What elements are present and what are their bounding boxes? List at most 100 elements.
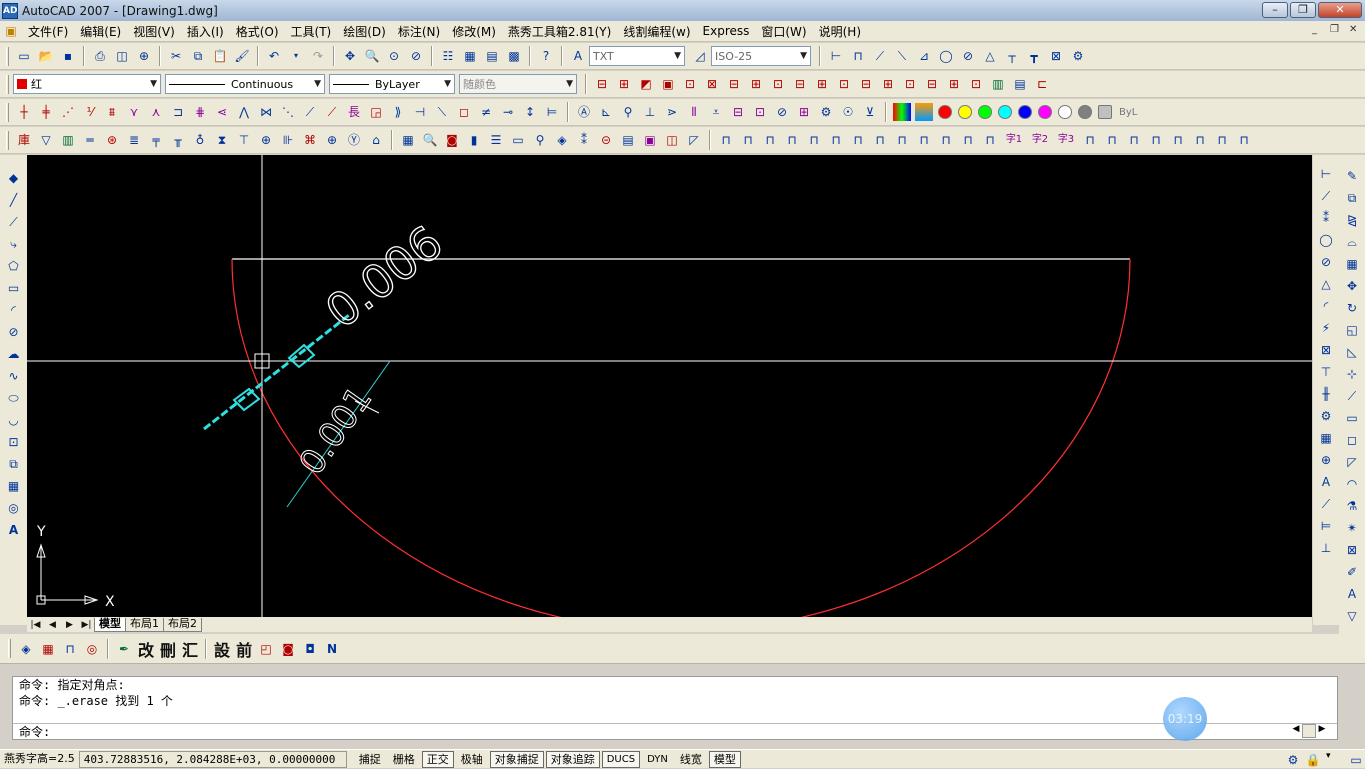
autocad-app-icon[interactable]: AD bbox=[2, 2, 18, 19]
tool-ab-icon[interactable]: ⦀ bbox=[685, 103, 703, 121]
mirror-icon[interactable]: ⧎ bbox=[1343, 211, 1361, 229]
extend-icon[interactable]: ⟋ bbox=[1343, 387, 1361, 405]
tab-first-button[interactable]: |◀ bbox=[27, 620, 44, 630]
dim-arc-icon[interactable]: ⟋ bbox=[871, 47, 889, 65]
dim-style-dropdown[interactable]: ISO-25 ▼ bbox=[711, 46, 811, 66]
dim-angle-v-icon[interactable]: △ bbox=[1317, 275, 1335, 293]
document-icon[interactable]: ▣ bbox=[2, 22, 20, 40]
summary-char-button[interactable]: 汇 bbox=[182, 637, 198, 661]
dim-angular-icon[interactable]: ⊘ bbox=[959, 47, 977, 65]
yx-tool-18-icon[interactable]: ⊡ bbox=[967, 75, 985, 93]
match-properties-icon[interactable]: 🖌 bbox=[233, 47, 251, 65]
ellipse-arc-icon[interactable]: ◡ bbox=[5, 411, 23, 429]
frame-20-icon[interactable]: ⊓ bbox=[1213, 131, 1231, 149]
command-prompt[interactable]: 命令: bbox=[13, 723, 1337, 740]
tolerance-v-icon[interactable]: ▦ bbox=[1317, 429, 1335, 447]
tool-n-icon[interactable]: 長 bbox=[345, 103, 363, 121]
color-magenta-swatch[interactable] bbox=[1038, 105, 1052, 119]
menu-view[interactable]: 视图(V) bbox=[127, 23, 181, 40]
stretch-icon[interactable]: ◺ bbox=[1343, 343, 1361, 361]
design-center-icon[interactable]: ▦ bbox=[461, 47, 479, 65]
toolbar-grip[interactable] bbox=[6, 46, 9, 66]
delete-char-button[interactable]: 刪 bbox=[160, 637, 176, 661]
lock-icon[interactable]: 🔒 bbox=[1304, 751, 1322, 769]
tray-menu-icon[interactable]: ▾ bbox=[1326, 751, 1331, 761]
color-red-swatch[interactable] bbox=[938, 105, 952, 119]
dim-baseline-v-icon[interactable]: ⊠ bbox=[1317, 341, 1335, 359]
dim-aligned-icon[interactable]: ⊓ bbox=[849, 47, 867, 65]
bulb-icon[interactable]: ♁ bbox=[191, 131, 209, 149]
ortho-toggle[interactable]: 正交 bbox=[421, 750, 454, 768]
make-block-icon[interactable]: ⧉ bbox=[5, 455, 23, 473]
text-v-icon[interactable]: A bbox=[1343, 585, 1361, 603]
osnap-toggle[interactable]: 对象捕捉 bbox=[489, 750, 544, 768]
minimize-button[interactable]: – bbox=[1262, 2, 1288, 18]
print-preview-icon[interactable]: ◫ bbox=[113, 47, 131, 65]
explode-icon[interactable]: ✴ bbox=[1343, 519, 1361, 537]
layer-colors-icon[interactable] bbox=[915, 103, 933, 121]
point-icon[interactable]: ◆ bbox=[5, 169, 23, 187]
zoom-window-icon[interactable]: ⊙ bbox=[385, 47, 403, 65]
ducs-toggle[interactable]: DUCS bbox=[601, 750, 641, 768]
qleader-v-icon[interactable]: ⚙ bbox=[1317, 407, 1335, 425]
text-2-button[interactable]: 字2 bbox=[1029, 131, 1051, 149]
tool-b2-icon[interactable]: ⁑ bbox=[575, 131, 593, 149]
color-palette-icon[interactable] bbox=[893, 103, 911, 121]
tool-palettes-icon[interactable]: ▤ bbox=[483, 47, 501, 65]
tool-z-icon[interactable]: ⊥ bbox=[641, 103, 659, 121]
tool-ah-icon[interactable]: ⚙ bbox=[817, 103, 835, 121]
fillet-icon[interactable]: ⚗ bbox=[1343, 497, 1361, 515]
tool-u-icon[interactable]: ⊸ bbox=[499, 103, 517, 121]
cup-icon[interactable]: Ⓨ bbox=[345, 131, 363, 149]
tool-e2-icon[interactable]: ▣ bbox=[641, 131, 659, 149]
cross-tool-icon[interactable]: ┼ bbox=[15, 103, 33, 121]
menu-express[interactable]: Express bbox=[697, 24, 756, 38]
scroll-right-icon[interactable]: ▶ bbox=[1316, 724, 1328, 740]
toolbar-grip[interactable] bbox=[6, 74, 9, 94]
revcloud-icon[interactable]: ☁ bbox=[5, 345, 23, 363]
dim-edit-v-icon[interactable]: A bbox=[1317, 473, 1335, 491]
join-icon[interactable]: ◸ bbox=[1343, 453, 1361, 471]
color-lightgray-swatch[interactable] bbox=[1098, 105, 1112, 119]
polygon-icon[interactable]: ⬠ bbox=[5, 257, 23, 275]
text-tool-icon[interactable]: Ⓐ bbox=[575, 103, 593, 121]
toolbar-grip[interactable] bbox=[6, 102, 9, 122]
text-1-button[interactable]: 字1 bbox=[1003, 131, 1025, 149]
frame-8-icon[interactable]: ⊓ bbox=[871, 131, 889, 149]
dim-quick-icon[interactable]: △ bbox=[981, 47, 999, 65]
cut-icon[interactable]: ✂ bbox=[167, 47, 185, 65]
color-green-swatch[interactable] bbox=[978, 105, 992, 119]
yx-tool-4-icon[interactable]: ▣ bbox=[659, 75, 677, 93]
erase-icon[interactable]: ✎ bbox=[1343, 167, 1361, 185]
tool-d2-icon[interactable]: ▤ bbox=[619, 131, 637, 149]
command-scrollbar[interactable]: ◀ ▶ bbox=[1290, 724, 1338, 740]
tool-m-icon[interactable]: ⟋ bbox=[323, 103, 341, 121]
bylayer-color-button[interactable]: ByL bbox=[1119, 107, 1137, 118]
yx-tool-15-icon[interactable]: ⊡ bbox=[901, 75, 919, 93]
modify-char-button[interactable]: 改 bbox=[138, 637, 154, 661]
dim-continue-v-icon[interactable]: ⊤ bbox=[1317, 363, 1335, 381]
frame-14-icon[interactable]: ⊓ bbox=[1081, 131, 1099, 149]
text-style-icon[interactable]: A bbox=[569, 47, 587, 65]
layer-state-icon[interactable]: ▦ bbox=[39, 640, 57, 658]
frame-7-icon[interactable]: ⊓ bbox=[849, 131, 867, 149]
yx-tool-1-icon[interactable]: ⊟ bbox=[593, 75, 611, 93]
frame-16-icon[interactable]: ⊓ bbox=[1125, 131, 1143, 149]
tool-f2-icon[interactable]: ◫ bbox=[663, 131, 681, 149]
tab-layout1[interactable]: 布局1 bbox=[125, 617, 164, 632]
grid-toggle[interactable]: 栅格 bbox=[388, 751, 420, 768]
mtext-icon[interactable]: A bbox=[5, 521, 23, 539]
tab-next-button[interactable]: ▶ bbox=[61, 620, 78, 630]
save-icon[interactable]: ▪ bbox=[59, 47, 77, 65]
frame-15-icon[interactable]: ⊓ bbox=[1103, 131, 1121, 149]
dim-diameter-icon[interactable]: ◯ bbox=[937, 47, 955, 65]
layer-manager-icon[interactable]: ◈ bbox=[17, 640, 35, 658]
array-icon[interactable]: ▦ bbox=[1343, 255, 1361, 273]
ellipse-icon[interactable]: ⬭ bbox=[5, 389, 23, 407]
layer-iso-icon[interactable]: ◎ bbox=[83, 640, 101, 658]
frame-2-icon[interactable]: ⊓ bbox=[739, 131, 757, 149]
find-icon[interactable]: 🔍 bbox=[421, 131, 439, 149]
scroll-thumb[interactable] bbox=[1302, 724, 1316, 738]
yx-tool-12-icon[interactable]: ⊡ bbox=[835, 75, 853, 93]
region-icon[interactable]: ◎ bbox=[5, 499, 23, 517]
